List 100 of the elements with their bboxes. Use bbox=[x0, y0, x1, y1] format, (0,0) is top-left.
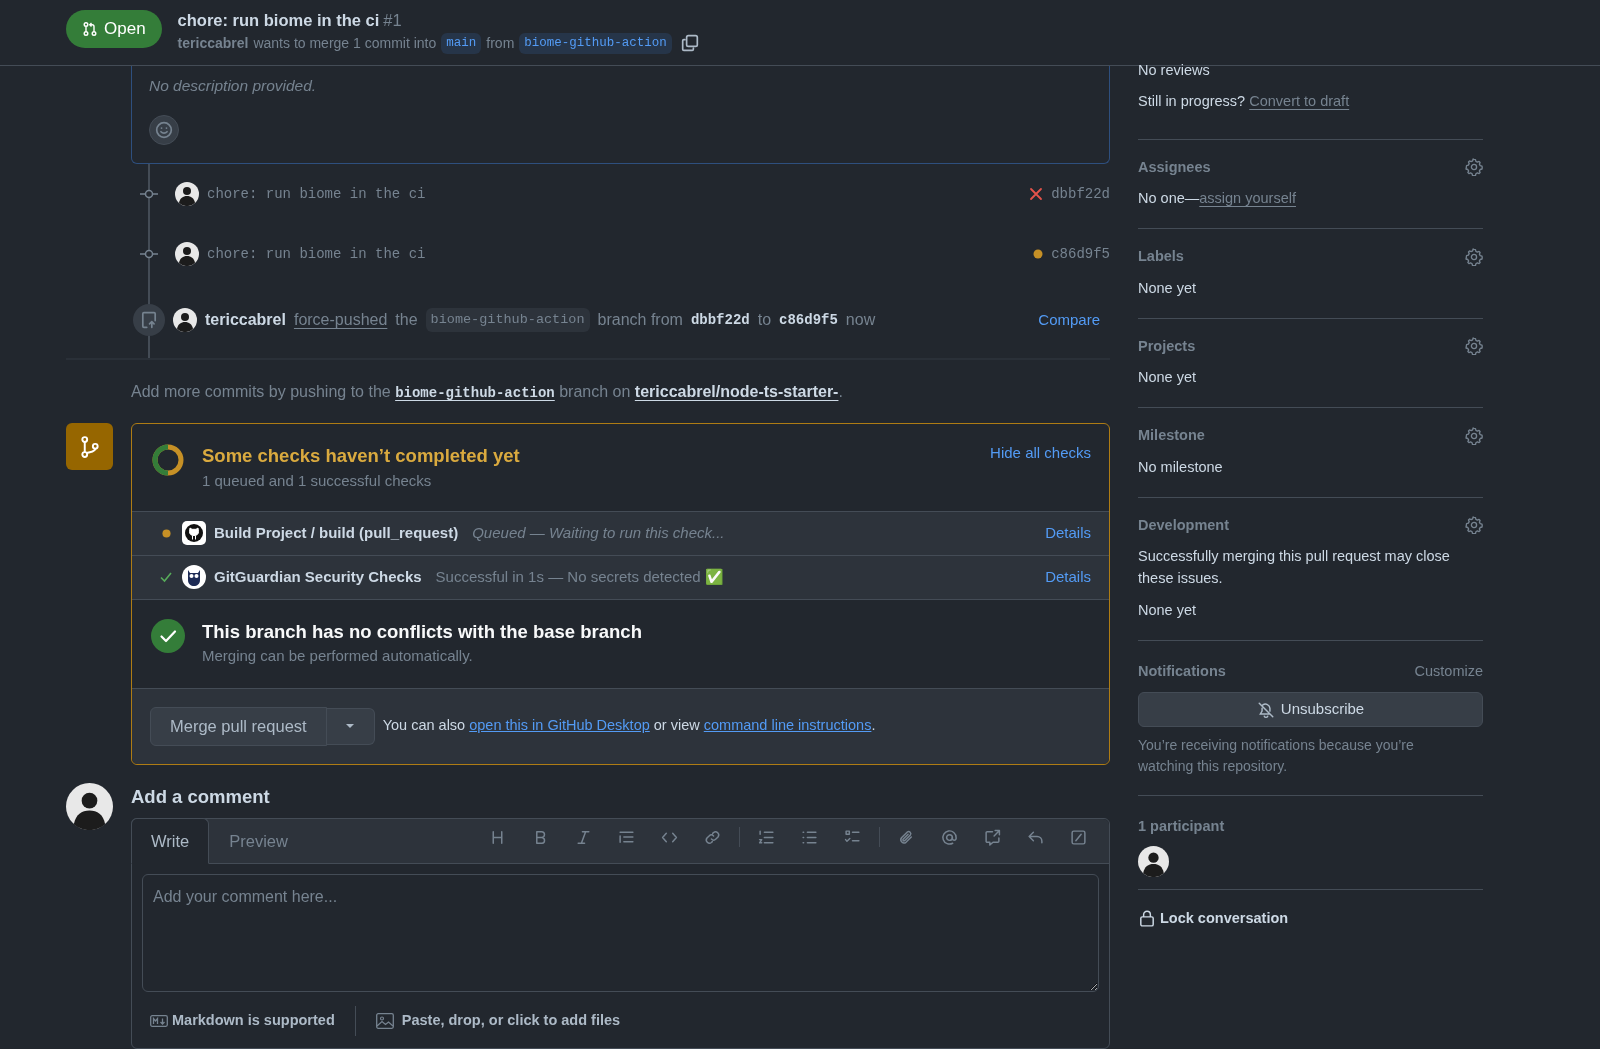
owl-logo-icon bbox=[182, 565, 206, 589]
settings-icon[interactable] bbox=[1465, 337, 1483, 356]
section-value: None yet bbox=[1138, 600, 1198, 620]
unsubscribe-button[interactable]: Unsubscribe bbox=[1138, 692, 1483, 727]
merge-button[interactable]: Merge pull request bbox=[150, 706, 327, 746]
section-title: Development bbox=[1138, 515, 1230, 535]
merge-status-subtitle: Merging can be performed automatically. bbox=[202, 646, 474, 667]
section-title: Projects bbox=[1138, 336, 1196, 356]
repo-link[interactable]: tericcabrel/node-ts-starter- bbox=[634, 383, 839, 401]
settings-icon[interactable] bbox=[1465, 247, 1483, 266]
pr-number: #1 bbox=[383, 10, 402, 31]
section-value: None yet bbox=[1138, 278, 1198, 298]
actor-name[interactable]: tericcabrel bbox=[205, 308, 286, 333]
link-icon[interactable] bbox=[704, 828, 721, 846]
details-link[interactable]: Details bbox=[1045, 521, 1091, 545]
copy-icon[interactable] bbox=[680, 34, 699, 53]
commit-sha[interactable]: c86d9f5 bbox=[1051, 243, 1110, 265]
check-name: Build Project / build (pull_request) bbox=[214, 522, 459, 543]
merge-hint-text: You can also open this in GitHub Desktop or view command line instructions. bbox=[382, 716, 876, 736]
author-name[interactable]: tericcabrel bbox=[177, 32, 249, 54]
repo-link[interactable]: biome-github-action bbox=[395, 385, 555, 402]
slash-command-icon[interactable] bbox=[1070, 828, 1087, 846]
commit-sha[interactable]: dbbf22d bbox=[1051, 183, 1110, 205]
section-title: 1 participant bbox=[1138, 816, 1226, 836]
avatar-icon bbox=[175, 242, 199, 267]
section-title: Milestone bbox=[1138, 426, 1205, 445]
check-name: GitGuardian Security Checks bbox=[214, 566, 422, 587]
compare-link[interactable]: Compare bbox=[1038, 309, 1100, 332]
editor-tab[interactable]: Preview bbox=[209, 817, 308, 865]
from-text: from bbox=[486, 33, 515, 53]
octocat-logo-icon bbox=[182, 521, 206, 545]
cross-reference-icon[interactable] bbox=[984, 828, 1001, 846]
editor-tab[interactable]: Write bbox=[131, 817, 210, 865]
notification-note: You’re receiving notifications because you’re watching this repository. bbox=[1138, 735, 1415, 776]
caret-icon bbox=[345, 723, 356, 730]
paperclip-icon[interactable] bbox=[898, 828, 915, 846]
convert-to-draft-link[interactable]: Convert to draft bbox=[1249, 92, 1350, 109]
event-time: now bbox=[845, 310, 876, 331]
checks-title: Some checks haven’t completed yet bbox=[202, 444, 520, 469]
reply-icon[interactable] bbox=[1027, 828, 1044, 846]
pr-title: chore: run biome in the ci bbox=[177, 10, 380, 31]
instructions-link[interactable]: open this in GitHub Desktop bbox=[469, 717, 650, 734]
section-value: No milestone bbox=[1138, 457, 1224, 477]
reviews-value: No reviews bbox=[1138, 61, 1211, 80]
head-branch-link[interactable]: biome-github-action bbox=[519, 32, 672, 54]
branch-name: biome-github-action bbox=[425, 308, 590, 333]
list-icon[interactable] bbox=[801, 828, 818, 846]
mention-icon[interactable] bbox=[941, 828, 958, 846]
description-text: No description provided. bbox=[149, 76, 318, 96]
comment-input[interactable]: Add your comment here... bbox=[142, 874, 1099, 993]
section-title: Notifications bbox=[1138, 661, 1226, 681]
merge-status-title: This branch has no conflicts with the base branch bbox=[202, 619, 642, 644]
participant-avatar-icon bbox=[1138, 845, 1169, 877]
ordered-list-icon[interactable] bbox=[758, 828, 775, 846]
commit-sha[interactable]: c86d9f5 bbox=[779, 309, 838, 331]
commit-icon bbox=[139, 188, 159, 201]
force-pushed-link[interactable]: force-pushed bbox=[293, 308, 388, 333]
reaction-button[interactable] bbox=[149, 115, 179, 146]
merge-text: wants to merge 1 commit into bbox=[253, 33, 437, 53]
image-icon bbox=[375, 1013, 394, 1030]
avatar-icon bbox=[66, 782, 113, 830]
section-value: None yet bbox=[1138, 368, 1198, 388]
avatar-icon bbox=[173, 308, 197, 333]
commit-message[interactable]: chore: run biome in the ci bbox=[207, 183, 426, 205]
commit-sha[interactable]: dbbf22d bbox=[690, 309, 750, 331]
draft-prompt-text: Still in progress? Convert to draft bbox=[1138, 91, 1351, 111]
commit-icon bbox=[139, 248, 159, 261]
event-text: the bbox=[395, 310, 418, 331]
section-value: No one—assign yourself bbox=[1138, 189, 1297, 209]
lock-icon bbox=[1138, 909, 1156, 928]
section-title: Assignees bbox=[1138, 157, 1211, 177]
checks-summary: 1 queued and 1 successful checks bbox=[202, 471, 433, 491]
settings-icon[interactable] bbox=[1465, 158, 1483, 177]
bell-slash-icon bbox=[1256, 700, 1275, 719]
check-description: Queued — Waiting to run this check... bbox=[472, 522, 725, 543]
customize-link[interactable]: Customize bbox=[1414, 660, 1483, 683]
status-badge: Open bbox=[66, 10, 162, 48]
instructions-link[interactable]: command line instructions bbox=[703, 717, 872, 734]
assign-link[interactable]: assign yourself bbox=[1199, 190, 1296, 207]
attach-files-note[interactable]: Paste, drop, or click to add files bbox=[401, 1010, 621, 1033]
italic-icon[interactable] bbox=[575, 828, 592, 846]
quote-icon[interactable] bbox=[618, 828, 635, 846]
settings-icon[interactable] bbox=[1465, 516, 1483, 535]
avatar-icon bbox=[175, 182, 199, 207]
push-hint-text: Add more commits by pushing to the biome-github-action branch on tericcabrel/node-ts-starter-. bbox=[130, 382, 844, 404]
hide-checks-link[interactable]: Hide all checks bbox=[990, 442, 1091, 465]
details-link[interactable]: Details bbox=[1045, 565, 1091, 589]
section-value: Successfully merging this pull request may close these issues. bbox=[1138, 547, 1451, 588]
repo-push-icon bbox=[140, 311, 158, 330]
markdown-note[interactable]: Markdown is supported bbox=[172, 1010, 335, 1033]
check-circle-icon bbox=[150, 617, 186, 654]
event-text: to bbox=[757, 310, 772, 331]
base-branch-link[interactable]: main bbox=[441, 32, 482, 54]
section-title: Labels bbox=[1138, 247, 1184, 266]
commit-message[interactable]: chore: run biome in the ci bbox=[207, 243, 426, 265]
check-description: Successful in 1s — No secrets detected ✅ bbox=[435, 566, 724, 587]
settings-icon[interactable] bbox=[1465, 426, 1483, 445]
comment-heading: Add a comment bbox=[131, 784, 271, 809]
pull-request-icon bbox=[82, 21, 98, 37]
lock-conversation-link[interactable]: Lock conversation bbox=[1160, 907, 1289, 930]
